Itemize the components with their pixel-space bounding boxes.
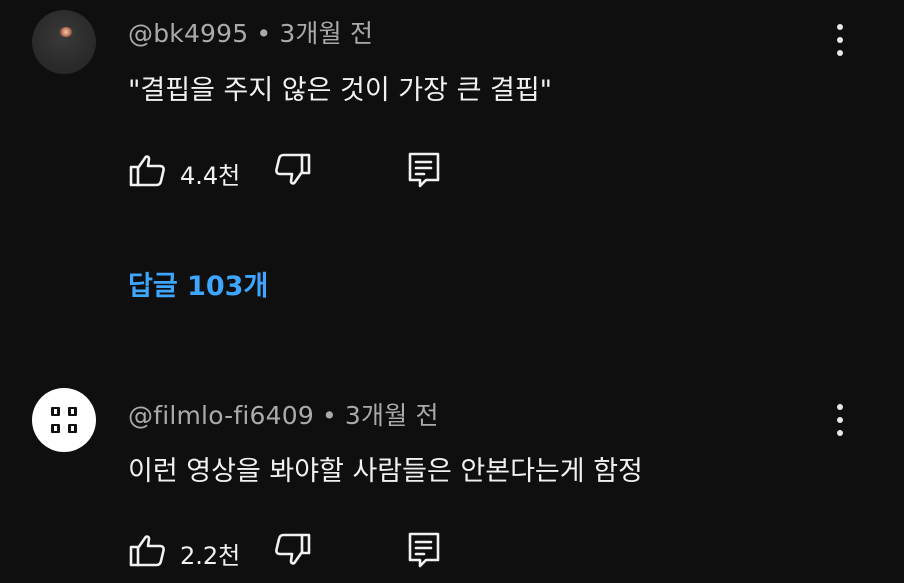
comment-actions: 4.4천 (128, 150, 468, 190)
dislike-button[interactable] (272, 150, 312, 190)
comment-time: 3개월 전 (344, 401, 439, 430)
avatar-tile (51, 407, 60, 416)
separator-dot: • (256, 19, 272, 48)
kebab-dot (837, 430, 843, 436)
more-vert-icon[interactable] (832, 400, 848, 440)
kebab-dot (837, 37, 843, 43)
kebab-dot (837, 24, 843, 30)
reply-icon (408, 532, 440, 568)
comment-text: 이런 영상을 봐야할 사람들은 안본다는게 함정 (128, 456, 643, 487)
reply-button[interactable] (404, 530, 444, 570)
like-button[interactable] (128, 150, 168, 190)
kebab-dot (837, 404, 843, 410)
comment-text: "결핍을 주지 않은 것이 가장 큰 결핍" (128, 75, 553, 106)
avatar[interactable] (32, 10, 96, 74)
comment-actions: 2.2천 (128, 530, 468, 570)
like-count: 2.2천 (180, 542, 241, 570)
more-vert-icon[interactable] (832, 20, 848, 60)
thumb-up-icon (129, 535, 165, 567)
like-count: 4.4천 (180, 162, 241, 190)
avatar[interactable] (32, 388, 96, 452)
thumb-down-icon (275, 533, 311, 565)
like-button[interactable] (128, 530, 168, 570)
comment-thread: @filmlo-fi6409 • 3개월 전 이런 영상을 봐야할 사람들은 안본다… (0, 380, 904, 583)
dislike-button[interactable] (272, 530, 312, 570)
kebab-dot (837, 417, 843, 423)
avatar-eclipse-image (59, 27, 73, 37)
reply-icon (408, 152, 440, 188)
separator-dot: • (321, 401, 337, 430)
author-name[interactable]: @filmlo-fi6409 (128, 401, 314, 430)
thumb-up-icon (129, 155, 165, 187)
comment-time: 3개월 전 (279, 19, 374, 48)
kebab-dot (837, 50, 843, 56)
thumb-down-icon (275, 153, 311, 185)
reply-button[interactable] (404, 150, 444, 190)
comment-header: @bk4995 • 3개월 전 (128, 14, 373, 50)
view-replies-link[interactable]: 답글 103개 (128, 264, 268, 303)
avatar-tile (51, 424, 60, 433)
comment-header: @filmlo-fi6409 • 3개월 전 (128, 396, 439, 432)
avatar-tile (68, 424, 77, 433)
comment-thread: @bk4995 • 3개월 전 "결핍을 주지 않은 것이 가장 큰 결핍" 4.4… (0, 0, 904, 330)
author-name[interactable]: @bk4995 (128, 19, 248, 48)
avatar-tile (68, 407, 77, 416)
